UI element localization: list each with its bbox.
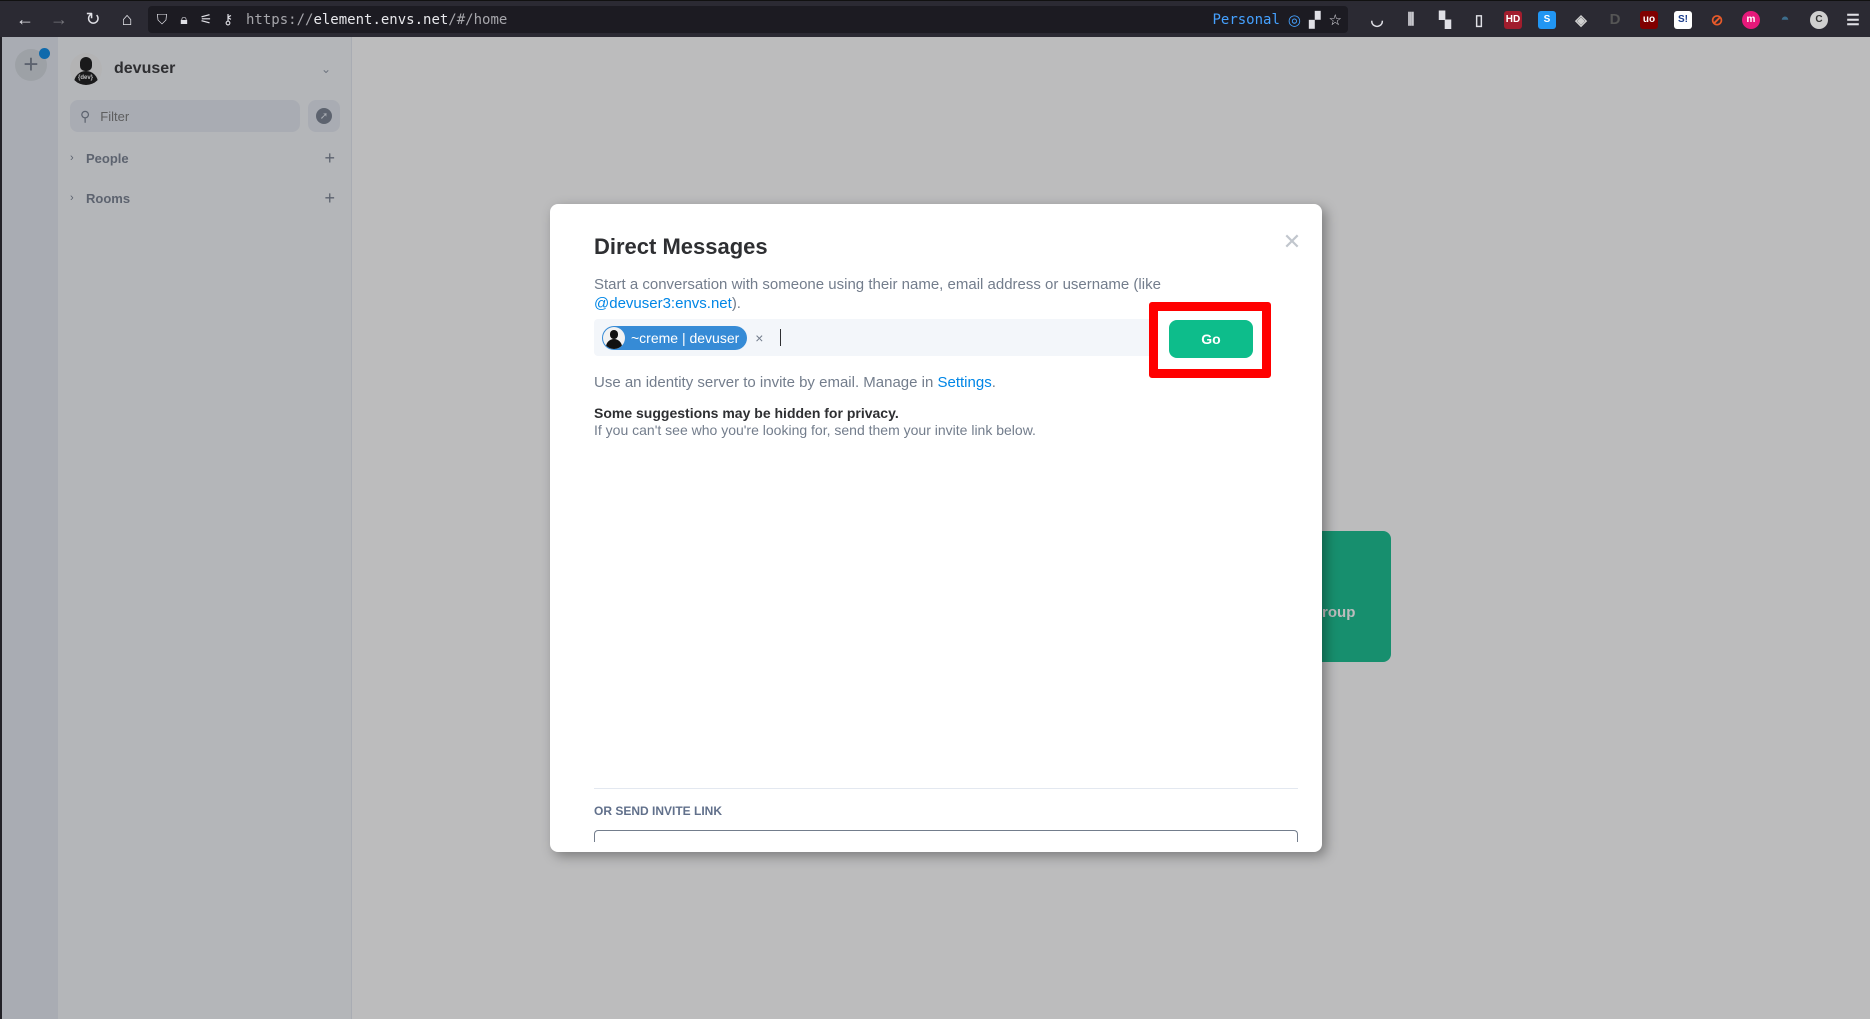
dialog-title: Direct Messages xyxy=(594,234,768,259)
no-cookie-icon[interactable]: ⊘ xyxy=(1700,1,1734,38)
container-label: Personal xyxy=(1212,11,1280,28)
selected-user-pill[interactable]: ~creme | devuser xyxy=(602,325,748,350)
add-tile-icon[interactable]: ▚ xyxy=(1428,1,1462,38)
browser-toolbar: ← → ↻ ⌂ ⛉ 🔒︎ ⚟ ⚷ https://element.envs.ne… xyxy=(0,0,1870,37)
go-button[interactable]: Go xyxy=(1169,320,1253,358)
fingerprint-icon: ◎ xyxy=(1287,11,1301,29)
url-text[interactable]: https://element.envs.net/#/home xyxy=(246,12,507,28)
direct-messages-dialog: Direct Messages ✕ Start a conversation w… xyxy=(550,204,1322,852)
s-red-extension-icon[interactable]: S! xyxy=(1666,1,1700,38)
pill-avatar xyxy=(603,326,625,349)
shield-icon[interactable]: ⛉ xyxy=(154,11,170,28)
key-icon[interactable]: ⚷ xyxy=(220,11,236,28)
bookmark-star-icon[interactable]: ☆ xyxy=(1329,11,1342,29)
back-icon[interactable]: ← xyxy=(10,4,40,34)
library-icon[interactable]: ⫼ xyxy=(1394,1,1428,38)
permissions-icon[interactable]: ⚟ xyxy=(198,11,214,28)
privacy-title: Some suggestions may be hidden for priva… xyxy=(594,405,899,421)
invite-link-field[interactable] xyxy=(594,830,1298,842)
lock-icon[interactable]: 🔒︎ xyxy=(176,11,192,28)
ublock-icon[interactable]: uo xyxy=(1632,1,1666,38)
example-user-link[interactable]: @devuser3:envs.net xyxy=(594,295,732,312)
divider xyxy=(594,788,1298,789)
close-icon[interactable]: ✕ xyxy=(1282,231,1302,253)
pill-label: ~creme | devuser xyxy=(631,329,740,346)
user-picker-input[interactable]: ~creme | devuser × xyxy=(594,319,1154,356)
settings-link[interactable]: Settings xyxy=(938,374,992,391)
forward-icon[interactable]: → xyxy=(44,4,74,34)
extension-toolbar: ◡ ⫼ ▚ ▯ HD S ◈ Duo S! ⊘ m ◓ C ☰ xyxy=(1360,1,1870,38)
pocket-icon[interactable]: ◡ xyxy=(1360,1,1394,38)
qr-code-icon[interactable]: ▞ xyxy=(1309,11,1321,29)
text-caret xyxy=(780,329,782,346)
dialog-description: Start a conversation with someone using … xyxy=(594,276,1161,312)
badger-icon[interactable]: ◈ xyxy=(1564,1,1598,38)
home-icon[interactable]: ⌂ xyxy=(112,4,142,34)
invite-link-label: OR SEND INVITE LINK xyxy=(594,804,723,818)
reload-icon[interactable]: ↻ xyxy=(78,4,108,34)
c-profile-icon[interactable]: C xyxy=(1802,1,1836,38)
hd-icon[interactable]: HD xyxy=(1496,1,1530,38)
spy-icon[interactable]: ◓ xyxy=(1768,1,1802,38)
sidebar-icon[interactable]: ▯ xyxy=(1462,1,1496,38)
m-extension-icon[interactable]: m xyxy=(1734,1,1768,38)
privacy-subtitle: If you can't see who you're looking for,… xyxy=(594,422,1036,438)
url-bar[interactable]: ⛉ 🔒︎ ⚟ ⚷ https://element.envs.net/#/home… xyxy=(148,6,1348,33)
remove-pill-icon[interactable]: × xyxy=(755,330,763,346)
menu-icon[interactable]: ☰ xyxy=(1836,1,1870,38)
s-extension-icon[interactable]: S xyxy=(1530,1,1564,38)
identity-server-note: Use an identity server to invite by emai… xyxy=(594,374,996,391)
d-extension-icon[interactable]: D xyxy=(1598,1,1632,38)
